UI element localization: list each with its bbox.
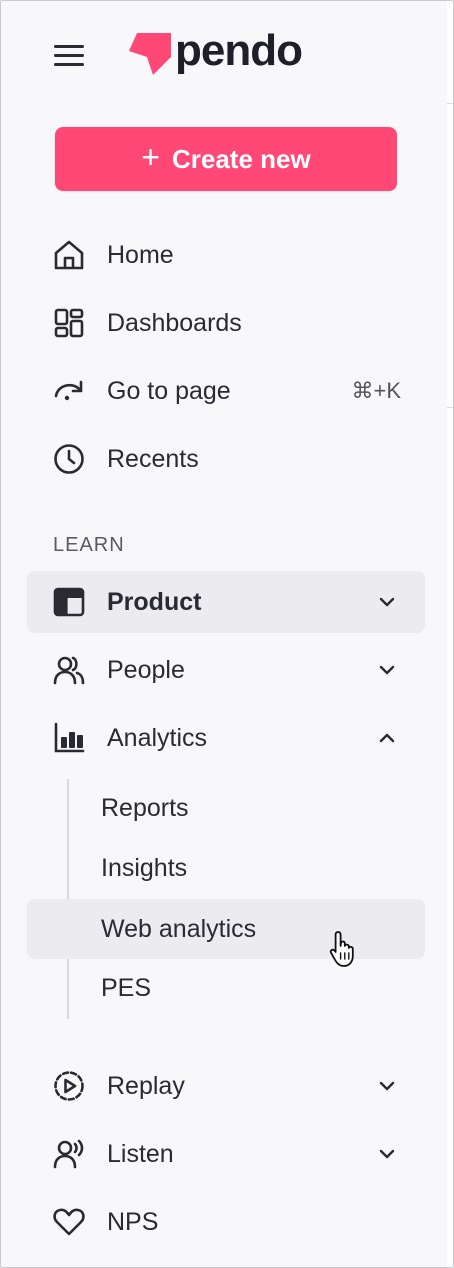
chevron-down-icon[interactable] <box>375 658 399 682</box>
subnav-label: Reports <box>101 793 189 822</box>
hamburger-menu-button[interactable] <box>51 41 87 71</box>
subnav-item-insights[interactable]: Insights <box>27 838 425 898</box>
people-icon <box>51 652 87 688</box>
hand-pointer-icon <box>329 931 354 967</box>
chevron-down-icon[interactable] <box>375 590 399 614</box>
chevron-down-icon[interactable] <box>375 1074 399 1098</box>
nav-label: People <box>107 655 185 684</box>
nav-label: Recents <box>107 444 199 473</box>
subnav-item-web-analytics[interactable]: Web analytics <box>27 899 425 959</box>
create-new-button[interactable]: + Create new <box>55 127 397 191</box>
hamburger-icon <box>54 45 84 48</box>
nav-item-analytics[interactable]: Analytics <box>27 707 425 769</box>
nav-label: Home <box>107 240 174 269</box>
analytics-icon <box>51 720 87 756</box>
nav-label: NPS <box>107 1207 159 1236</box>
go-to-page-icon <box>51 373 87 409</box>
create-new-label: Create new <box>171 143 311 174</box>
nav-label: Analytics <box>107 723 208 752</box>
nav-item-recents[interactable]: Recents <box>27 428 425 490</box>
hamburger-icon-bar <box>54 54 84 57</box>
keyboard-shortcut: ⌘+K <box>351 378 401 403</box>
subnav-label: PES <box>101 973 152 1002</box>
chevron-down-icon[interactable] <box>375 1142 399 1166</box>
pendo-wordmark: pendo <box>175 26 303 75</box>
pendo-logo[interactable]: pendo <box>123 25 343 85</box>
nav-label: Dashboards <box>107 308 242 337</box>
nav-label: Go to page <box>107 376 231 405</box>
clock-icon <box>51 441 87 477</box>
chevron-up-icon[interactable] <box>375 726 399 750</box>
subnav-label: Web analytics <box>101 914 257 943</box>
listen-icon <box>51 1136 87 1172</box>
subnav-item-reports[interactable]: Reports <box>27 778 425 838</box>
nav-item-go-to-page[interactable]: Go to page ⌘+K <box>27 360 425 422</box>
nav-item-nps[interactable]: NPS <box>27 1191 425 1253</box>
content-edge <box>447 1 453 1267</box>
home-icon <box>51 237 87 273</box>
product-icon <box>51 584 87 620</box>
nav-label: Listen <box>107 1139 174 1168</box>
nav-label: Product <box>107 587 202 616</box>
nav-item-product[interactable]: Product <box>27 571 425 633</box>
subnav-label: Insights <box>101 853 188 882</box>
subnav-item-pes[interactable]: PES <box>27 958 425 1018</box>
sidebar: pendo + Create new Home Dashboards Go to… <box>0 0 454 1268</box>
plus-icon: + <box>141 139 160 175</box>
pendo-logo-icon <box>129 33 171 75</box>
dashboards-icon <box>51 305 87 341</box>
divider <box>447 103 453 104</box>
nav-item-listen[interactable]: Listen <box>27 1123 425 1185</box>
heart-icon <box>51 1204 87 1240</box>
replay-icon <box>51 1068 87 1104</box>
nav-item-people[interactable]: People <box>27 639 425 701</box>
section-title-learn: LEARN <box>53 534 125 556</box>
nav-item-dashboards[interactable]: Dashboards <box>27 292 425 354</box>
nav-item-home[interactable]: Home <box>27 224 425 286</box>
hamburger-icon-bar <box>54 63 84 66</box>
nav-label: Replay <box>107 1071 185 1100</box>
divider <box>447 407 453 408</box>
nav-item-replay[interactable]: Replay <box>27 1055 425 1117</box>
